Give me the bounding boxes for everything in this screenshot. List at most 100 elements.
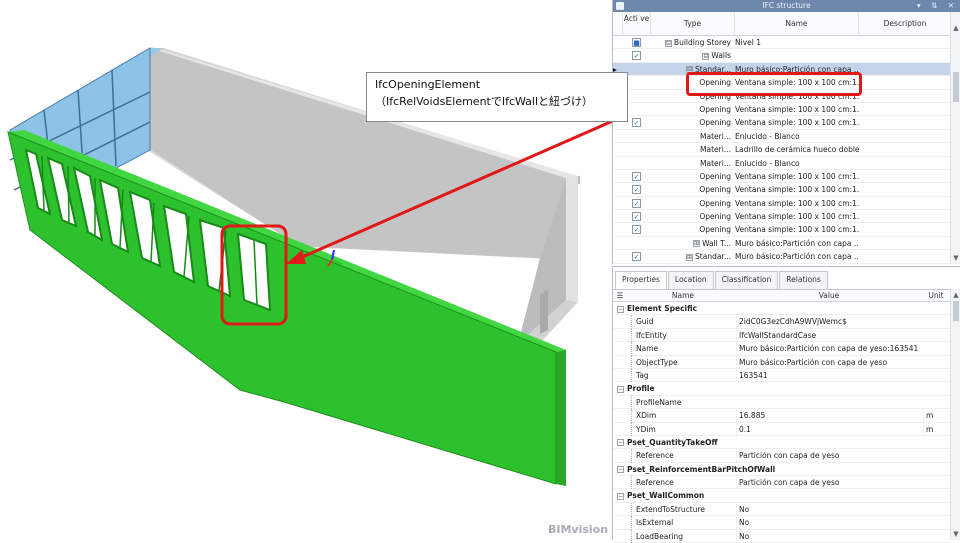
tree-row[interactable]: ■ ⊟ Building Storey Nivel 1 [613, 36, 950, 50]
scroll-thumb[interactable] [953, 301, 959, 321]
property-row[interactable]: LoadBearing No [613, 529, 950, 543]
column-type[interactable]: Type [651, 12, 735, 36]
tree-row[interactable]: ✓ ⊟ Walls [613, 49, 950, 63]
property-row[interactable]: ProfileName [613, 395, 950, 410]
property-row[interactable]: XDim 16.885 m [613, 409, 950, 423]
column-prop-value[interactable]: Value [736, 290, 922, 302]
property-row[interactable]: IsExternal No [613, 516, 950, 530]
collapse-icon[interactable]: − [617, 305, 624, 313]
property-unit: m [923, 409, 949, 423]
property-group[interactable]: − Pset_QuantityTakeOff [613, 435, 950, 450]
type-label: Opening [699, 118, 731, 128]
tree-row[interactable]: Materi... Enlucido - Blanco [613, 130, 950, 144]
property-row[interactable]: YDim 0.1 m [613, 422, 950, 436]
expand-icon[interactable]: ⊞ [686, 253, 694, 261]
type-cell: Opening [651, 103, 733, 115]
column-prop-name[interactable]: Name [631, 290, 735, 302]
active-checkbox[interactable]: ✓ [632, 118, 641, 128]
tree-row[interactable]: ✓ Opening Ventana simple: 100 x 100 cm:1..… [613, 183, 950, 197]
active-checkbox[interactable]: ✓ [632, 51, 641, 61]
collapse-icon[interactable]: − [617, 492, 624, 500]
tree-row[interactable]: ✓ Opening Ventana simple: 100 x 100 cm:1..… [613, 223, 950, 237]
column-active[interactable]: Acti ve [623, 12, 651, 36]
ifc-tree[interactable]: ■ ⊟ Building Storey Nivel 1 ✓ ⊟ Walls ▸ ⊟ Standar… [613, 36, 950, 264]
type-label: Opening [699, 104, 731, 114]
panel-title: IFC structure [762, 1, 811, 10]
group-label-cell: − Pset_WallCommon [617, 489, 917, 502]
property-group[interactable]: − Pset_WallCommon [613, 489, 950, 503]
tree-row[interactable]: ✓ Opening Ventana simple: 100 x 100 cm:1..… [613, 197, 950, 211]
tree-row[interactable]: ⊞ Wall T... Muro básico:Partición con capa… [613, 237, 950, 251]
collapse-icon[interactable]: ⊟ [702, 52, 710, 60]
type-label: Building Storey [673, 38, 731, 47]
type-cell: ⊟ Walls [651, 49, 733, 61]
property-row[interactable]: Reference Partición con capa de yeso [613, 449, 950, 463]
property-group[interactable]: − Profile [613, 382, 950, 396]
tree-row[interactable]: Opening Ventana simple: 100 x 100 cm:1... [613, 103, 950, 117]
property-value: IfcWallStandardCase [736, 328, 922, 343]
active-checkbox[interactable]: ✓ [632, 171, 641, 181]
tab-properties[interactable]: Properties [615, 271, 667, 289]
tab-relations[interactable]: Relations [779, 271, 828, 289]
column-prop-unit[interactable]: Unit [923, 290, 949, 302]
property-name: YDim [631, 422, 735, 436]
type-cell: Materi... [651, 130, 733, 142]
scroll-thumb[interactable] [953, 72, 959, 102]
expand-icon[interactable]: ⊞ [693, 240, 701, 248]
scroll-down-icon[interactable]: ▼ [951, 530, 960, 538]
active-cell: ✓ [623, 49, 651, 61]
property-row[interactable]: Reference Partición con capa de yeso [613, 476, 950, 490]
callout-line-1: IfcOpeningElement [375, 78, 481, 91]
active-checkbox[interactable]: ✓ [632, 225, 641, 235]
row-gutter [613, 250, 623, 262]
type-cell: Opening [651, 183, 733, 195]
active-checkbox[interactable]: ■ [632, 38, 641, 47]
column-name[interactable]: Name [735, 12, 859, 36]
property-name: IfcEntity [631, 328, 735, 343]
window-controls[interactable]: ▾ ⇅ ✕ [917, 0, 958, 12]
active-checkbox[interactable]: ✓ [632, 185, 641, 195]
ifc-table-header: Acti ve Type Name Description [613, 12, 950, 36]
row-gutter [613, 183, 623, 195]
collapse-icon[interactable]: ⊟ [664, 39, 672, 47]
tree-row[interactable]: ✓ Opening Ventana simple: 100 x 100 cm:1..… [613, 210, 950, 224]
property-row[interactable]: Guid 2idC0G3ezCdhA9WVjWemc$ [613, 315, 950, 329]
property-value: Muro básico:Partición con capa de yeso:1… [736, 342, 922, 356]
property-row[interactable]: ExtendToStructure No [613, 502, 950, 517]
active-checkbox[interactable]: ✓ [632, 252, 641, 262]
grid-menu-icon[interactable]: ☰ [613, 290, 627, 302]
tree-row[interactable]: ✓ Opening Ventana simple: 100 x 100 cm:1..… [613, 116, 950, 130]
properties-scrollbar[interactable]: ▲ ▼ [950, 289, 960, 540]
property-row[interactable]: Name Muro básico:Partición con capa de ye… [613, 342, 950, 356]
property-row[interactable]: Tag 163541 [613, 368, 950, 383]
scroll-down-icon[interactable]: ▼ [951, 254, 960, 262]
tree-row[interactable]: Materi... Enlucido - Blanco [613, 157, 950, 170]
scroll-up-icon[interactable]: ▲ [951, 291, 960, 299]
tab-location[interactable]: Location [667, 271, 714, 289]
type-cell: Materi... [651, 143, 733, 155]
collapse-icon[interactable]: − [617, 385, 624, 393]
tree-row[interactable]: ✓ ⊞ Standar... Muro básico:Partición con ca… [613, 250, 950, 264]
property-row[interactable]: IfcEntity IfcWallStandardCase [613, 328, 950, 343]
grid-menu-icon[interactable] [613, 12, 623, 36]
collapse-icon[interactable]: − [617, 466, 624, 474]
tab-classification[interactable]: Classification [714, 271, 779, 289]
ifc-scrollbar[interactable]: ▲ ▼ [950, 12, 960, 264]
ifc-structure-panel: IFC structure ▾ ⇅ ✕ Acti ve Type Name De… [612, 0, 960, 264]
tree-row-highlight-box [686, 72, 862, 96]
collapse-icon[interactable]: − [617, 439, 624, 447]
property-group[interactable]: − Pset_ReinforcementBarPitchOfWall [613, 462, 950, 477]
property-row[interactable]: ObjectType Muro básico:Partición con capa… [613, 355, 950, 369]
property-name: XDim [631, 409, 735, 423]
name-cell: Nivel 1 [735, 38, 761, 47]
active-checkbox[interactable]: ✓ [632, 198, 641, 208]
tree-row[interactable]: ✓ Opening Ventana simple: 100 x 100 cm:1..… [613, 170, 950, 184]
active-checkbox[interactable]: ✓ [632, 212, 641, 222]
property-name: ObjectType [631, 355, 735, 369]
property-group[interactable]: − Element Specific [613, 302, 950, 316]
group-label-cell: − Pset_QuantityTakeOff [617, 436, 917, 449]
tree-row[interactable]: Materi... Ladrillo de cerámica hueco dobl… [613, 143, 950, 157]
property-value: 0.1 [736, 422, 922, 436]
scroll-up-icon[interactable]: ▲ [951, 24, 960, 32]
column-description[interactable]: Description [859, 12, 951, 36]
